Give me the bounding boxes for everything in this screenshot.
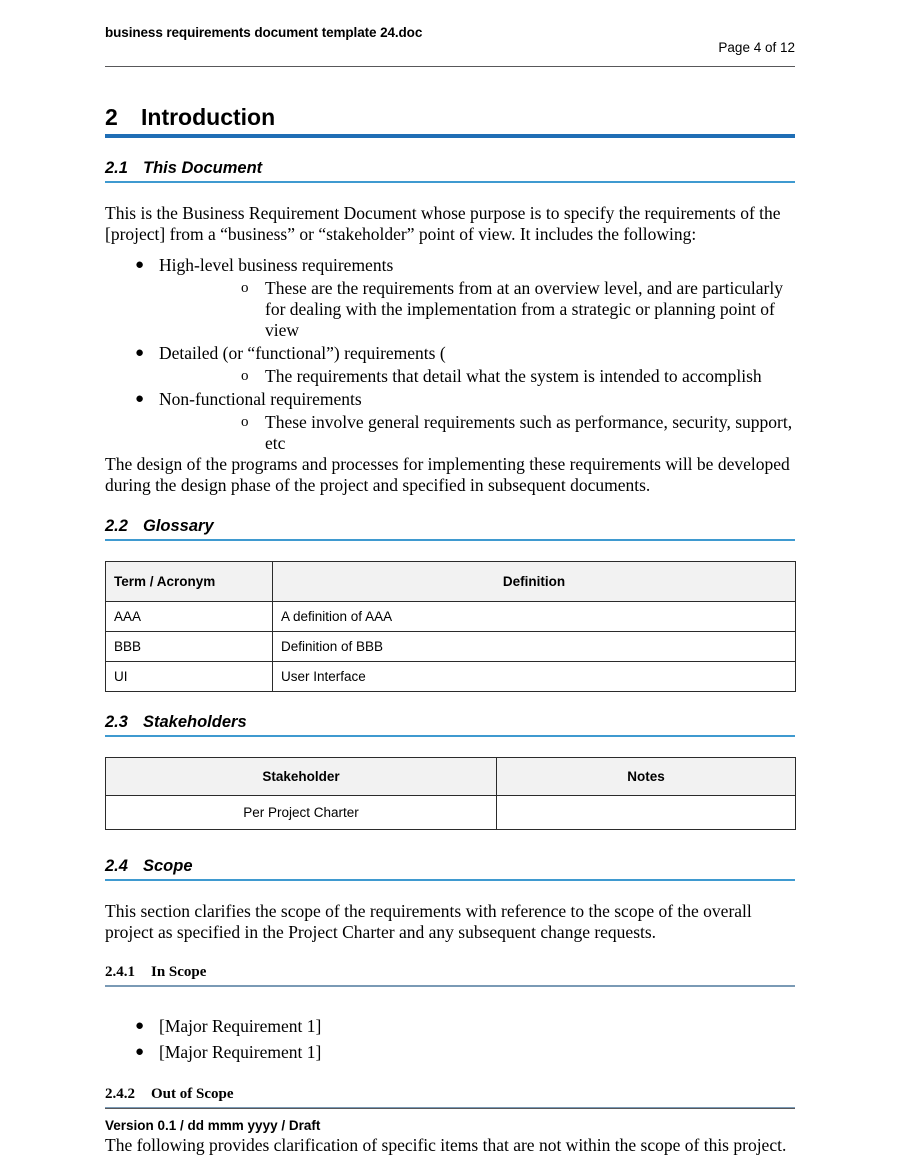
sub-list-item: o The requirements that detail what the … bbox=[159, 366, 795, 387]
heading-introduction-title: Introduction bbox=[141, 104, 276, 130]
sub-list-item: o These involve general requirements suc… bbox=[159, 412, 795, 454]
heading-stakeholders-number: 2.3 bbox=[105, 713, 128, 731]
header-divider bbox=[105, 66, 795, 67]
cell-term: BBB bbox=[105, 631, 273, 662]
glossary-table: Term / Acronym Definition AAA A definiti… bbox=[105, 561, 796, 692]
table-row: AAA A definition of AAA bbox=[105, 601, 796, 632]
heading-this-document: 2.1 This Document bbox=[105, 158, 795, 178]
list-item-label: Detailed (or “functional”) requirements … bbox=[159, 343, 446, 363]
table-row: BBB Definition of BBB bbox=[105, 631, 796, 662]
table-header-row: Term / Acronym Definition bbox=[105, 561, 796, 602]
page-header: business requirements document template … bbox=[105, 24, 795, 56]
heading-stakeholders: 2.3 Stakeholders bbox=[105, 712, 795, 732]
header-document-title: business requirements document template … bbox=[105, 25, 423, 40]
cell-notes bbox=[496, 795, 796, 830]
stakeholders-table: Stakeholder Notes Per Project Charter bbox=[105, 757, 796, 830]
footer-divider bbox=[105, 1108, 795, 1109]
list-item: ● [Major Requirement 1] bbox=[105, 1013, 795, 1039]
list-item-label: [Major Requirement 1] bbox=[159, 1016, 322, 1036]
cell-stakeholder: Per Project Charter bbox=[105, 795, 497, 830]
sub-list-item-label: These are the requirements from at an ov… bbox=[265, 278, 783, 340]
bullet-dot-icon: ● bbox=[135, 1044, 145, 1060]
heading-in-scope-number: 2.4.1 bbox=[105, 964, 135, 980]
cell-definition: A definition of AAA bbox=[272, 601, 796, 632]
heading-glossary-number: 2.2 bbox=[105, 517, 128, 535]
bullet-dot-icon: ● bbox=[135, 257, 145, 273]
sub-list-item: o These are the requirements from at an … bbox=[159, 278, 795, 341]
column-header-term: Term / Acronym bbox=[105, 561, 273, 602]
heading-in-scope: 2.4.1 In Scope bbox=[105, 963, 795, 982]
bullet-dot-icon: ● bbox=[135, 1018, 145, 1034]
column-header-definition: Definition bbox=[272, 561, 796, 602]
heading-in-scope-title: In Scope bbox=[151, 964, 207, 980]
column-header-notes: Notes bbox=[496, 757, 796, 796]
table-row: Per Project Charter bbox=[105, 795, 796, 830]
table-header-row: Stakeholder Notes bbox=[105, 757, 796, 796]
table-row: UI User Interface bbox=[105, 661, 796, 692]
scope-paragraph: This section clarifies the scope of the … bbox=[105, 901, 752, 942]
heading-introduction: 2 Introduction bbox=[105, 104, 795, 130]
this-document-bullet-list: ● High-level business requirements o The… bbox=[105, 253, 795, 454]
bullet-dot-icon: ● bbox=[135, 345, 145, 361]
sub-list-item-label: These involve general requirements such … bbox=[265, 412, 793, 453]
bullet-circle-icon: o bbox=[241, 368, 249, 384]
heading-scope-number: 2.4 bbox=[105, 857, 128, 875]
heading-out-of-scope-title: Out of Scope bbox=[151, 1086, 234, 1102]
out-of-scope-paragraph: The following provides clarification of … bbox=[105, 1135, 787, 1155]
list-item: ● [Major Requirement 1] bbox=[105, 1039, 795, 1065]
heading-stakeholders-title: Stakeholders bbox=[143, 713, 247, 731]
bullet-dot-icon: ● bbox=[135, 391, 145, 407]
bullet-circle-icon: o bbox=[241, 414, 249, 430]
this-document-closing-paragraph: The design of the programs and processes… bbox=[105, 454, 790, 495]
heading-out-of-scope: 2.4.2 Out of Scope bbox=[105, 1085, 795, 1104]
list-item: ● Detailed (or “functional”) requirement… bbox=[105, 341, 795, 387]
heading-out-of-scope-number: 2.4.2 bbox=[105, 1086, 135, 1102]
cell-definition: User Interface bbox=[272, 661, 796, 692]
heading-introduction-number: 2 bbox=[105, 104, 118, 130]
bullet-circle-icon: o bbox=[241, 280, 249, 296]
cell-term: UI bbox=[105, 661, 273, 692]
column-header-stakeholder: Stakeholder bbox=[105, 757, 497, 796]
list-item: ● High-level business requirements o The… bbox=[105, 253, 795, 341]
cell-definition: Definition of BBB bbox=[272, 631, 796, 662]
cell-term: AAA bbox=[105, 601, 273, 632]
list-item: ● Non-functional requirements o These in… bbox=[105, 387, 795, 454]
header-page-number: Page 4 of 12 bbox=[718, 40, 795, 55]
document-page: business requirements document template … bbox=[0, 0, 900, 1165]
this-document-intro-paragraph: This is the Business Requirement Documen… bbox=[105, 203, 781, 244]
sub-bullet-list: o These involve general requirements suc… bbox=[159, 412, 795, 454]
sub-list-item-label: The requirements that detail what the sy… bbox=[265, 366, 762, 386]
heading-scope: 2.4 Scope bbox=[105, 856, 795, 876]
document-body: 2 Introduction 2.1 This Document This is… bbox=[105, 104, 796, 1156]
list-item-label: Non-functional requirements bbox=[159, 389, 362, 409]
in-scope-bullet-list: ● [Major Requirement 1] ● [Major Require… bbox=[105, 1013, 795, 1065]
list-item-label: [Major Requirement 1] bbox=[159, 1042, 322, 1062]
sub-bullet-list: o The requirements that detail what the … bbox=[159, 366, 795, 387]
list-item-label: High-level business requirements bbox=[159, 255, 394, 275]
heading-this-document-number: 2.1 bbox=[105, 159, 128, 177]
sub-bullet-list: o These are the requirements from at an … bbox=[159, 278, 795, 341]
heading-glossary-title: Glossary bbox=[143, 517, 214, 535]
heading-scope-title: Scope bbox=[143, 857, 193, 875]
heading-this-document-title: This Document bbox=[143, 159, 263, 177]
heading-glossary: 2.2 Glossary bbox=[105, 516, 795, 536]
footer-version-line: Version 0.1 / dd mmm yyyy / Draft bbox=[105, 1118, 321, 1133]
